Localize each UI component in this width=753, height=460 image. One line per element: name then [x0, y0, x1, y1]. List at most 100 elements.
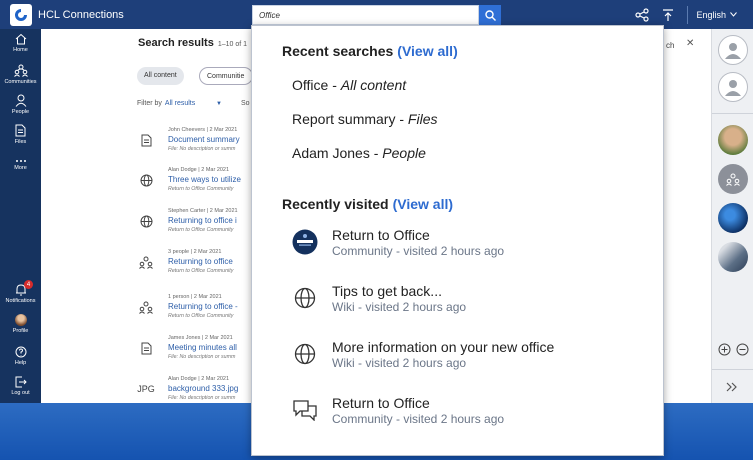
recent-visit-item[interactable]: Tips to get back... Wiki - visited 2 hou…	[292, 283, 632, 319]
nav-more[interactable]: More	[0, 159, 41, 171]
result-title[interactable]: Meeting minutes all	[168, 343, 237, 352]
result-meta: Alan Dodge | 2 Mar 2021	[168, 376, 230, 382]
zoom-out-icon[interactable]	[736, 343, 749, 356]
nav-logout-label: Log out	[11, 390, 30, 396]
recently-visited-title: Recently visited	[282, 196, 389, 212]
avatar	[14, 314, 27, 326]
result-item[interactable]: Stephen Carter | 2 Mar 2021 Returning to…	[137, 208, 253, 238]
recent-searches-view-all[interactable]: (View all)	[397, 43, 457, 59]
language-selector[interactable]: English	[696, 10, 737, 20]
recent-searches-heading: Recent searches (View all)	[282, 43, 458, 59]
result-meta: Stephen Carter | 2 Mar 2021	[168, 208, 238, 214]
result-item[interactable]: James Jones | 2 Mar 2021 Meeting minutes…	[137, 335, 253, 365]
app-title: HCL Connections	[38, 8, 124, 21]
logout-icon	[15, 376, 27, 388]
recent-scope: Files	[407, 111, 438, 127]
nav-logout[interactable]: Log out	[0, 376, 41, 396]
visit-sub: Wiki - visited 2 hours ago	[332, 300, 467, 314]
result-sub: Return to Office Community	[168, 313, 234, 319]
recent-search-item[interactable]: Adam Jones - People	[292, 145, 426, 161]
recent-visit-item[interactable]: Return to Office Community - visited 2 h…	[292, 395, 632, 431]
nav-files-label: Files	[14, 139, 27, 145]
community-logo-icon	[292, 229, 318, 255]
app-logo[interactable]	[10, 3, 32, 26]
visit-sub: Community - visited 2 hours ago	[332, 412, 505, 426]
nav-profile-label: Profile	[12, 328, 29, 334]
home-icon	[15, 33, 26, 45]
filter-label: Filter by	[137, 100, 162, 107]
nav-communities[interactable]: Communities	[0, 64, 41, 85]
result-meta: 3 people | 2 Mar 2021	[168, 249, 222, 255]
nav-home[interactable]: Home	[0, 33, 41, 53]
search-icon	[484, 9, 496, 21]
result-title[interactable]: Three ways to utilize	[168, 175, 241, 184]
expand-icon[interactable]	[726, 379, 738, 397]
result-title[interactable]: Returning to office i	[168, 216, 237, 225]
result-item[interactable]: JPG Alan Dodge | 2 Mar 2021 background 3…	[137, 376, 253, 406]
result-title[interactable]: Returning to office	[168, 257, 233, 266]
more-icon	[15, 160, 26, 162]
recent-search-item[interactable]: Report summary - Files	[292, 111, 437, 127]
nav-home-label: Home	[13, 47, 28, 53]
page-title-text: Search results	[138, 37, 214, 49]
result-meta: 1 person | 2 Mar 2021	[168, 294, 222, 300]
caret-down-icon: ▼	[216, 101, 222, 107]
nav-files[interactable]: Files	[0, 124, 41, 145]
result-title[interactable]: background 333.jpg	[168, 384, 238, 393]
jpg-icon: JPG	[137, 384, 155, 394]
visit-title: Return to Office	[332, 395, 430, 411]
recently-visited-view-all[interactable]: (View all)	[393, 196, 453, 212]
sort-label[interactable]: So	[241, 100, 250, 107]
visit-title: Return to Office	[332, 227, 430, 243]
nav-notifications-label: Notifications	[5, 298, 36, 304]
visit-title: More information on your new office	[332, 339, 555, 355]
user-placeholder-icon[interactable]	[718, 72, 748, 102]
visit-sub: Community - visited 2 hours ago	[332, 244, 505, 258]
document-icon	[137, 131, 155, 149]
recent-query: Adam Jones	[292, 145, 370, 161]
recent-search-item[interactable]: Office - All content	[292, 77, 406, 93]
globe-icon	[137, 171, 155, 189]
divider	[712, 369, 753, 370]
chip-communities[interactable]: Communitie	[199, 67, 253, 85]
result-item[interactable]: 3 people | 2 Mar 2021 Returning to offic…	[137, 249, 253, 279]
document-icon	[137, 339, 155, 357]
nav-profile[interactable]: Profile	[0, 314, 41, 334]
nav-help[interactable]: Help	[0, 346, 41, 366]
result-sub: Return to Office Community	[168, 227, 234, 233]
recently-visited-heading: Recently visited (View all)	[282, 196, 453, 212]
people-icon	[137, 253, 155, 271]
community-icon[interactable]	[718, 164, 748, 194]
close-icon[interactable]: ✕	[686, 38, 694, 49]
nav-notifications[interactable]: 4 Notifications	[0, 280, 41, 304]
result-sub: Return to Office Community	[168, 186, 234, 192]
result-title[interactable]: Returning to office -	[168, 302, 238, 311]
result-item[interactable]: John Cheevers | 2 Mar 2021 Document summ…	[137, 127, 253, 157]
people-icon	[137, 298, 155, 316]
globe-icon	[137, 212, 155, 230]
recent-query: Report summary	[292, 111, 396, 127]
result-sub: File: No description or summ	[168, 146, 236, 152]
globe-icon	[292, 285, 318, 311]
recent-visit-item[interactable]: Return to Office Community - visited 2 h…	[292, 227, 632, 263]
nav-people[interactable]: People	[0, 94, 41, 115]
zoom-in-icon[interactable]	[718, 343, 731, 356]
result-sub: File: No description or summ	[168, 395, 236, 401]
globe-icon	[292, 341, 318, 367]
filter-by[interactable]: Filter by All results	[137, 100, 195, 107]
community-avatar[interactable]	[718, 242, 748, 272]
result-item[interactable]: Alan Dodge | 2 Mar 2021 Three ways to ut…	[137, 167, 253, 197]
user-placeholder-icon[interactable]	[718, 35, 748, 65]
result-meta: John Cheevers | 2 Mar 2021	[168, 127, 238, 133]
recent-visit-item[interactable]: More information on your new office Wiki…	[292, 339, 632, 375]
divider	[712, 113, 753, 114]
avatar[interactable]	[718, 125, 748, 155]
chip-all-content[interactable]: All content	[137, 67, 184, 85]
community-avatar[interactable]	[718, 203, 748, 233]
nav-communities-label: Communities	[4, 79, 37, 85]
search-input[interactable]	[252, 5, 479, 25]
search-button[interactable]	[479, 5, 501, 25]
result-item[interactable]: 1 person | 2 Mar 2021 Returning to offic…	[137, 294, 253, 324]
visit-sub: Wiki - visited 2 hours ago	[332, 356, 467, 370]
result-title[interactable]: Document summary	[168, 135, 240, 144]
